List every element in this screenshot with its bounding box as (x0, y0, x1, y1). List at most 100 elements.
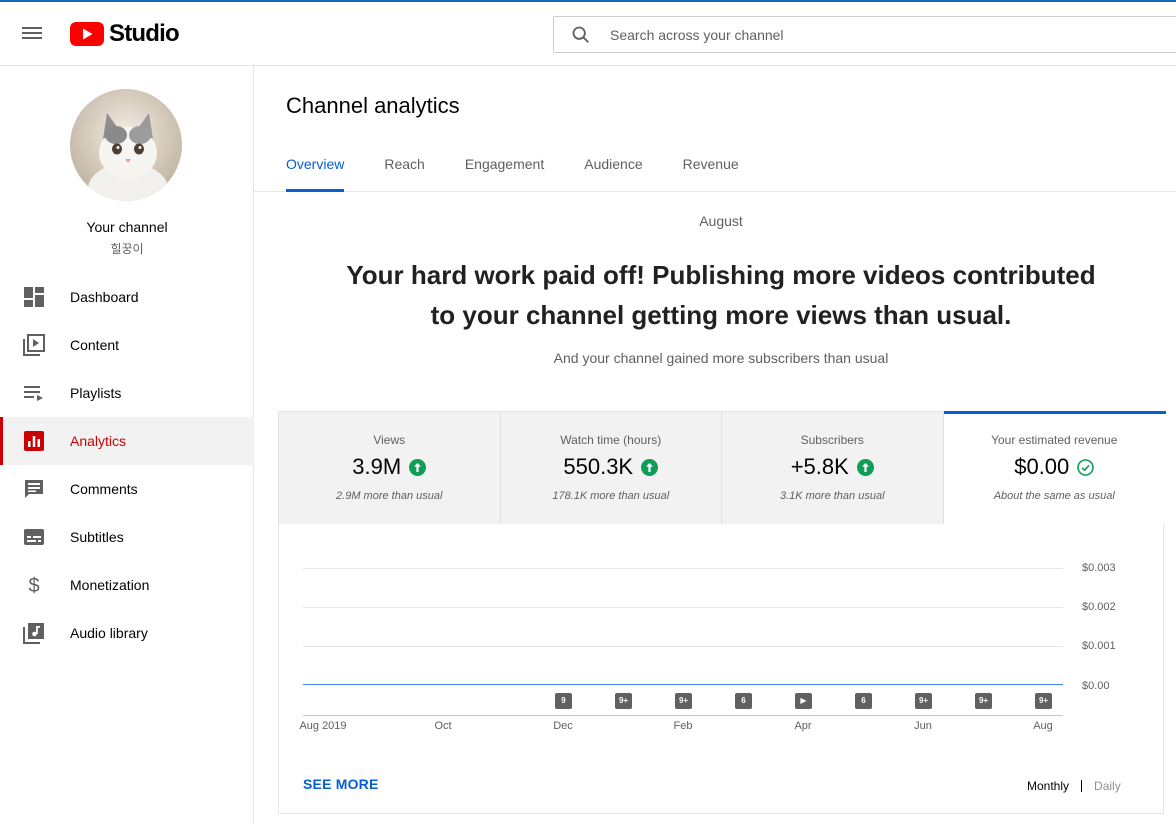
metrics-card: Views 3.9M 2.9M more than usual Watch ti… (278, 411, 1166, 814)
logo-text: Studio (109, 20, 180, 47)
metric-subscribers[interactable]: Subscribers +5.8K 3.1K more than usual (722, 412, 944, 524)
studio-logo[interactable]: Studio (70, 20, 180, 48)
video-publish-marker[interactable]: 9+ (675, 693, 692, 709)
chart-x-tick-label: Dec (553, 720, 573, 732)
tab-reach[interactable]: Reach (384, 156, 424, 192)
metric-views[interactable]: Views 3.9M 2.9M more than usual (279, 412, 501, 524)
metric-value-row: 3.9M (279, 454, 500, 480)
metric-estimated-revenue[interactable]: Your estimated revenue $0.00 About the s… (943, 411, 1166, 524)
sidebar-item-label: Dashboard (70, 289, 139, 305)
video-publish-marker[interactable]: 9+ (975, 693, 992, 709)
chart-x-tick-label: Apr (794, 720, 812, 732)
sidebar-item-label: Audio library (70, 625, 148, 641)
video-publish-marker[interactable]: 9 (555, 693, 572, 709)
sidebar-item-label: Subtitles (70, 529, 124, 545)
headline-line-2: to your channel getting more views than … (430, 300, 1012, 330)
dollar-icon: $ (22, 573, 46, 597)
tab-bar: Overview Reach Engagement Audience Reven… (286, 156, 779, 192)
playlists-icon (22, 381, 46, 405)
video-publish-marker[interactable]: 6 (735, 693, 752, 709)
metric-note: 2.9M more than usual (336, 490, 443, 502)
tab-audience[interactable]: Audience (584, 156, 642, 192)
metric-tabs: Views 3.9M 2.9M more than usual Watch ti… (279, 411, 1166, 524)
metric-label: Views (373, 433, 406, 447)
video-publish-marker[interactable]: 9+ (615, 693, 632, 709)
tab-engagement[interactable]: Engagement (465, 156, 544, 192)
search-icon[interactable] (570, 24, 592, 46)
sidebar-item-dashboard[interactable]: Dashboard (0, 273, 254, 321)
see-more-link[interactable]: SEE MORE (303, 776, 379, 792)
metric-value: $0.00 (1014, 454, 1070, 479)
metric-note: About the same as usual (993, 490, 1115, 502)
granularity-toggle: Monthly Daily (1027, 779, 1121, 793)
metric-label: Subscribers (800, 433, 864, 447)
overview-content: August Your hard work paid off! Publishi… (254, 192, 1176, 824)
search-bar[interactable] (553, 16, 1176, 53)
dashboard-icon (22, 285, 46, 309)
channel-handle: 힐꿍이 (110, 242, 144, 256)
youtube-play-icon (70, 22, 104, 46)
sidebar-item-audio-library[interactable]: Audio library (0, 609, 254, 657)
metric-value-row: 550.3K (501, 454, 722, 480)
sidebar: Your channel 힐꿍이 Dashboard Content Playl… (0, 66, 254, 824)
metric-value: +5.8K (790, 454, 849, 479)
svg-text:$: $ (28, 575, 39, 596)
arrow-up-icon (856, 458, 874, 476)
metric-note: 3.1K more than usual (779, 490, 885, 502)
arrow-up-icon (409, 458, 427, 476)
sidebar-item-monetization[interactable]: $ Monetization (0, 561, 254, 609)
page-title: Channel analytics (286, 93, 460, 118)
comments-icon (22, 477, 46, 501)
chart-y-tick-label: $0.001 (1082, 640, 1116, 652)
chart-x-axis (303, 715, 1063, 716)
chart-y-tick-label: $0.003 (1082, 562, 1116, 574)
tab-overview[interactable]: Overview (286, 156, 345, 192)
sidebar-item-label: Analytics (70, 433, 127, 449)
check-circle-icon (1077, 458, 1095, 476)
sidebar-item-playlists[interactable]: Playlists (0, 369, 254, 417)
sidebar-item-comments[interactable]: Comments (0, 465, 254, 513)
metric-value-row: +5.8K (722, 454, 943, 480)
video-publish-marker[interactable]: 6 (855, 693, 872, 709)
sidebar-item-content[interactable]: Content (0, 321, 254, 369)
granularity-monthly[interactable]: Monthly (1027, 779, 1069, 793)
chart-y-tick-label: $0.002 (1082, 601, 1116, 613)
granularity-daily[interactable]: Daily (1094, 779, 1121, 793)
top-bar: Studio (0, 0, 1176, 66)
arrow-up-icon (641, 458, 659, 476)
hamburger-menu-icon[interactable] (22, 24, 46, 44)
sidebar-nav: Dashboard Content Playlists Analytics Co… (0, 273, 254, 657)
video-publish-marker[interactable]: 9+ (915, 693, 932, 709)
chart-y-tick-label: $0.00 (1082, 680, 1110, 692)
period-label: August (699, 213, 743, 229)
summary-subheadline: And your channel gained more subscribers… (553, 350, 889, 366)
sidebar-item-label: Content (70, 337, 120, 353)
metric-value: 550.3K (563, 454, 634, 479)
metric-watch-time[interactable]: Watch time (hours) 550.3K 178.1K more th… (500, 412, 722, 524)
search-input[interactable] (610, 26, 1110, 43)
page-header: Channel analytics Overview Reach Engagem… (254, 66, 1176, 192)
summary-headline: Your hard work paid off! Publishing more… (334, 255, 1108, 335)
channel-avatar[interactable] (70, 89, 182, 201)
content-icon (22, 333, 46, 357)
video-publish-marker[interactable]: 9+ (1035, 693, 1052, 709)
chart-x-tick-label: Jun (914, 720, 932, 732)
toggle-divider (1081, 780, 1083, 792)
metric-label: Your estimated revenue (991, 433, 1118, 447)
chart-x-tick-label: Oct (434, 720, 452, 732)
audio-library-icon (22, 621, 46, 645)
sidebar-item-subtitles[interactable]: Subtitles (0, 513, 254, 561)
chart-gridline (303, 568, 1063, 569)
chart-gridline (303, 607, 1063, 608)
metric-value: 3.9M (352, 454, 402, 479)
subtitles-icon (22, 525, 46, 549)
video-publish-marker[interactable]: ▶ (795, 693, 812, 709)
sidebar-item-analytics[interactable]: Analytics (0, 417, 254, 465)
chart-x-tick-label: Aug (1033, 720, 1053, 732)
tab-revenue[interactable]: Revenue (683, 156, 739, 192)
metric-note: 178.1K more than usual (552, 490, 670, 502)
revenue-chart: $0.003 $0.002 $0.001 $0.00 Aug 2019 Oct Dec Feb… (279, 524, 1165, 754)
chart-series-line (303, 684, 1063, 685)
main-area: Channel analytics Overview Reach Engagem… (254, 66, 1176, 824)
sidebar-item-label: Playlists (70, 385, 122, 401)
